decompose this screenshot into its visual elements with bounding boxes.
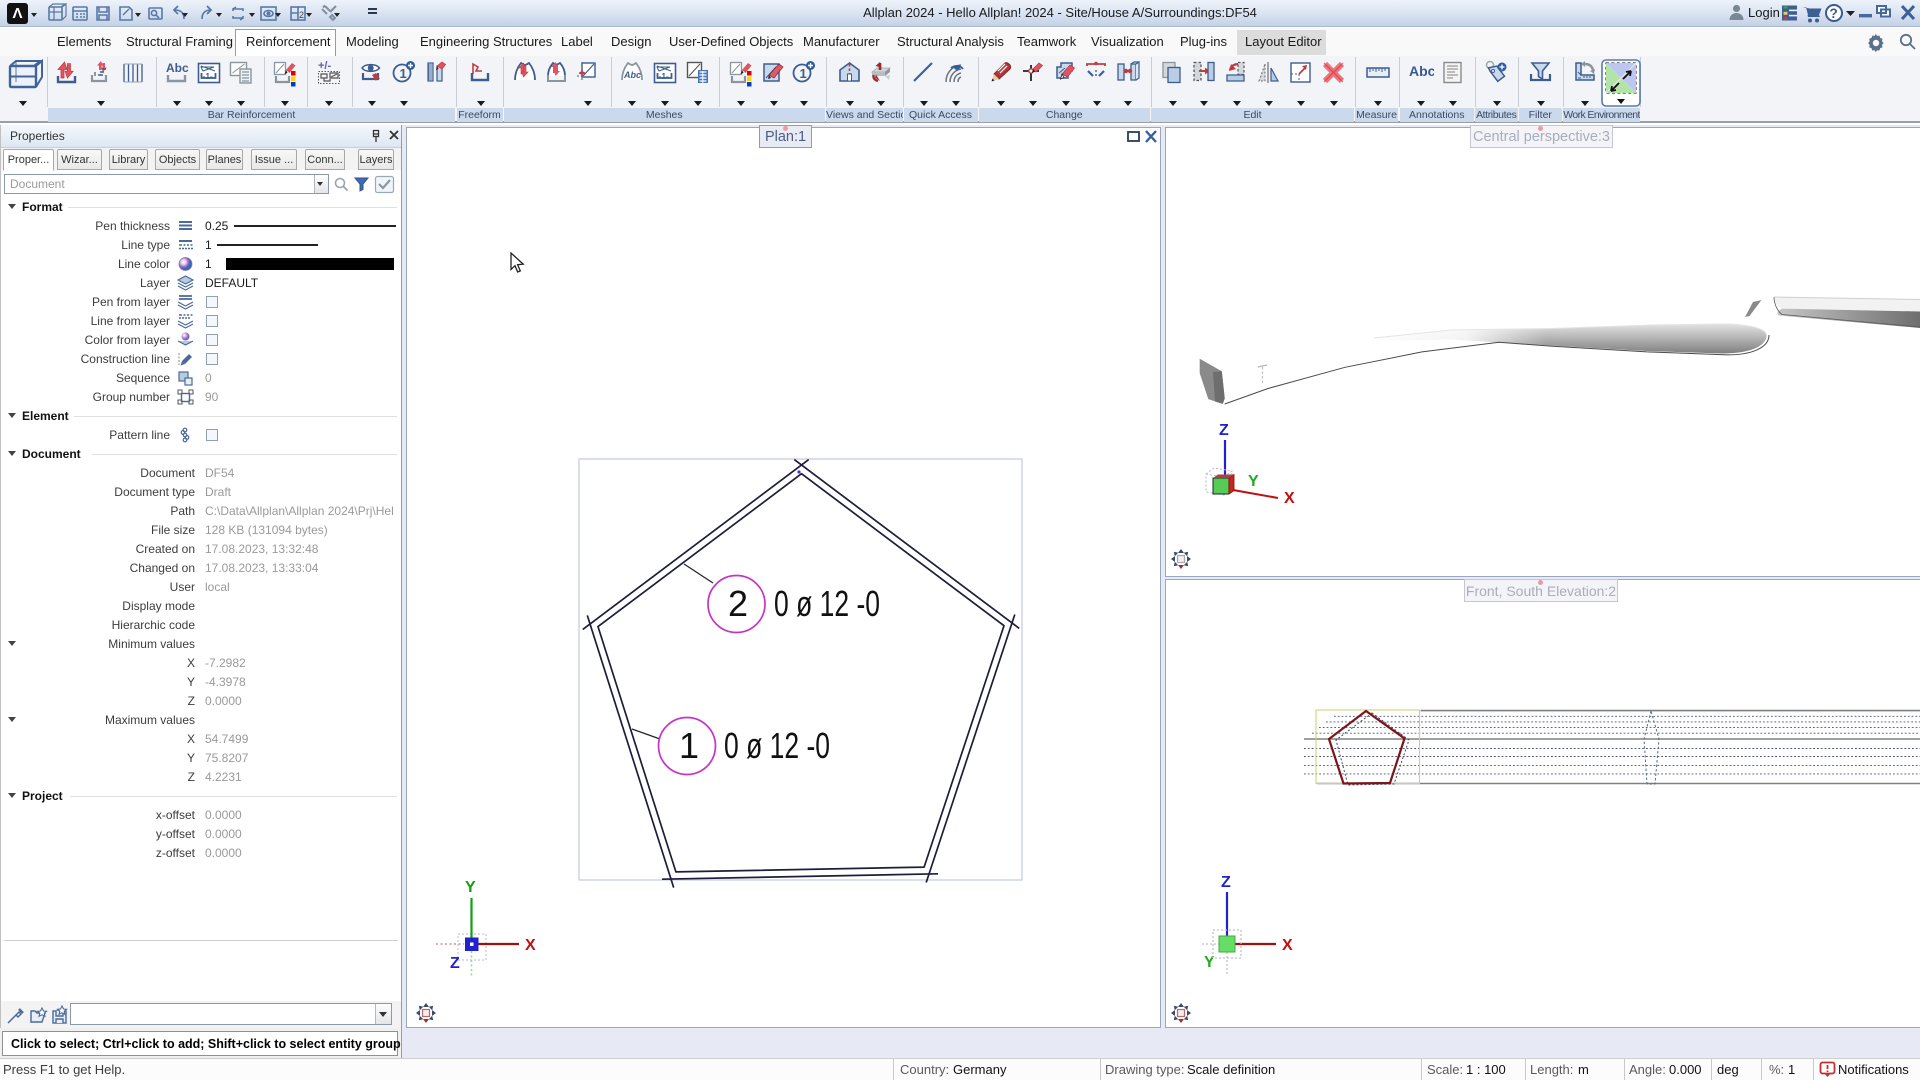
- svg-text:-1-: -1-: [658, 71, 669, 81]
- svg-text:2: 2: [299, 10, 304, 20]
- svg-text:Z: Z: [450, 955, 460, 972]
- svg-text:?: ?: [1830, 6, 1838, 21]
- svg-text:1: 1: [800, 66, 807, 81]
- svg-text:Abc: Abc: [1409, 63, 1434, 79]
- svg-text:1: 1: [679, 725, 699, 766]
- svg-text:0 ø 12 -0: 0 ø 12 -0: [724, 725, 830, 766]
- svg-text:Z: Z: [1221, 874, 1231, 891]
- svg-text:2: 2: [728, 583, 748, 624]
- svg-text:-1-: -1-: [203, 71, 214, 81]
- svg-text:X: X: [525, 937, 536, 954]
- svg-text:Abc: Abc: [623, 70, 641, 80]
- svg-text:1: 1: [400, 66, 407, 81]
- svg-text:X: X: [1282, 937, 1293, 954]
- svg-text:Z: Z: [1219, 422, 1229, 439]
- svg-text:Y: Y: [465, 879, 476, 896]
- svg-text:Abc: Abc: [166, 61, 189, 75]
- svg-text:X: X: [1284, 490, 1295, 507]
- svg-text:+/-: +/-: [318, 60, 331, 72]
- svg-text:Y: Y: [1248, 473, 1259, 490]
- svg-text:0 ø 12 -0: 0 ø 12 -0: [774, 583, 880, 624]
- svg-text:Login: Login: [1748, 5, 1780, 20]
